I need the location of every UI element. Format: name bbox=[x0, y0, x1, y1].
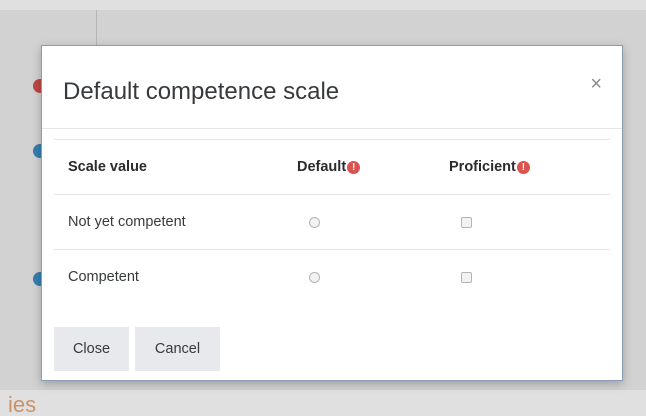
column-header-proficient: Proficient ! bbox=[449, 140, 530, 194]
proficient-checkbox[interactable] bbox=[461, 271, 472, 283]
modal-title: Default competence scale bbox=[63, 78, 340, 105]
table-header-row: Scale value Default ! Proficient ! bbox=[54, 139, 610, 194]
column-header-proficient-label: Proficient bbox=[449, 159, 516, 175]
modal-header: Default competence scale × bbox=[42, 46, 622, 129]
default-radio-cell bbox=[309, 250, 320, 304]
table-row: Not yet competent bbox=[54, 194, 610, 249]
default-radio-cell bbox=[309, 195, 320, 249]
cancel-button[interactable]: Cancel bbox=[135, 327, 220, 371]
proficient-checkbox-cell bbox=[461, 195, 472, 249]
proficient-checkbox[interactable] bbox=[461, 216, 472, 228]
close-icon[interactable]: × bbox=[590, 74, 602, 94]
help-icon[interactable]: ! bbox=[516, 160, 530, 174]
default-radio[interactable] bbox=[309, 271, 320, 283]
column-header-default-label: Default bbox=[297, 159, 347, 175]
scale-table: Scale value Default ! Proficient ! Not y… bbox=[54, 139, 610, 304]
help-icon[interactable]: ! bbox=[347, 160, 361, 174]
proficient-checkbox-cell bbox=[461, 250, 472, 304]
scale-value-label: Not yet competent bbox=[68, 214, 186, 230]
column-header-default: Default ! bbox=[297, 140, 361, 194]
table-row: Competent bbox=[54, 249, 610, 304]
default-radio[interactable] bbox=[309, 216, 320, 228]
competence-scale-dialog: Default competence scale × Scale value D… bbox=[41, 45, 623, 381]
column-header-scale-value: Scale value bbox=[68, 159, 147, 175]
close-button[interactable]: Close bbox=[54, 327, 129, 371]
scale-value-label: Competent bbox=[68, 269, 139, 285]
